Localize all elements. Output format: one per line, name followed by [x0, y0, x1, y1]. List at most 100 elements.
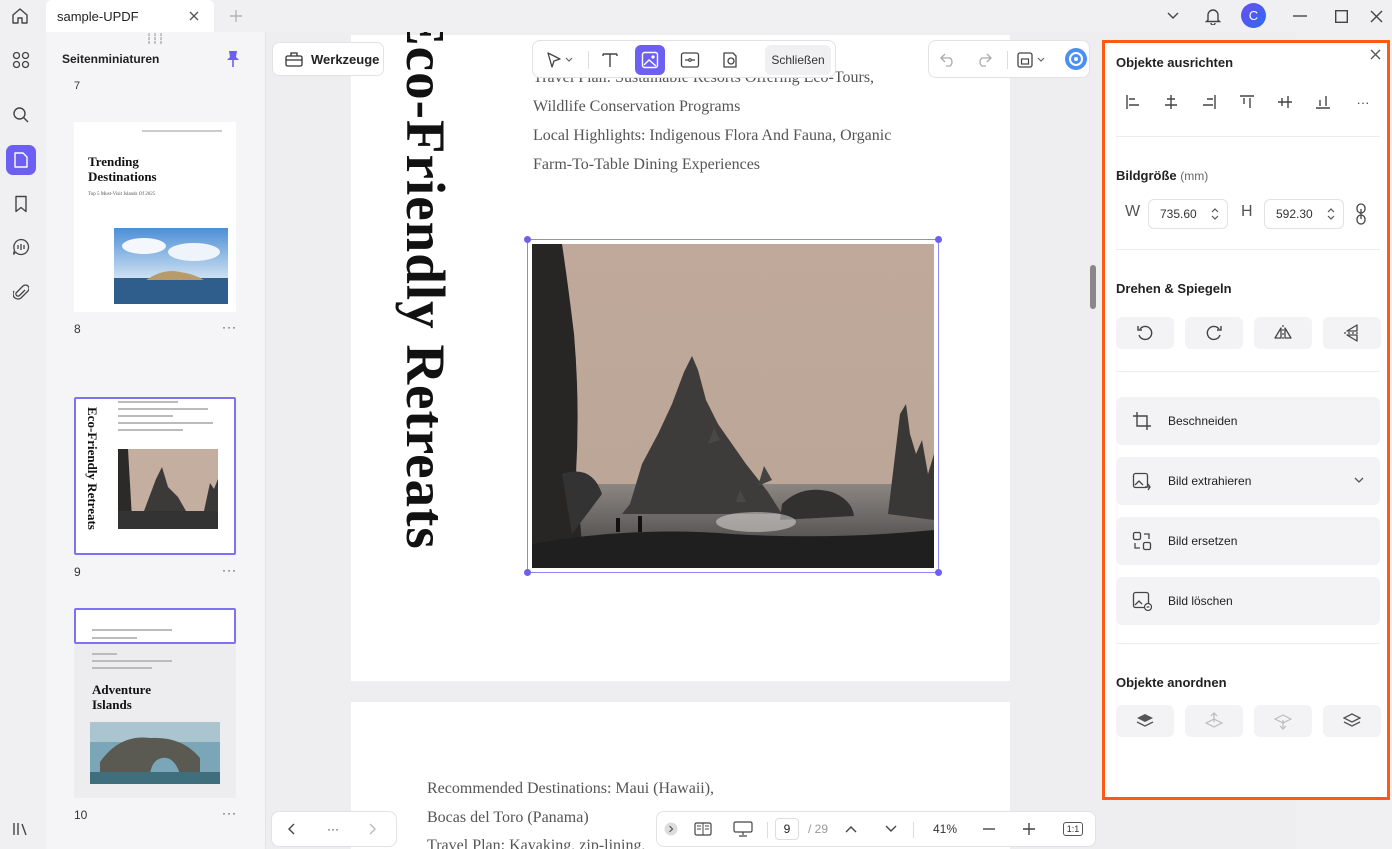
image-tool-icon[interactable]: [635, 45, 665, 75]
undo-icon[interactable]: [933, 45, 963, 75]
drag-handle[interactable]: ┆┆┆: [146, 34, 164, 45]
page-number-input[interactable]: 9: [775, 818, 799, 840]
library-icon[interactable]: [6, 814, 36, 844]
save-icon[interactable]: [1011, 45, 1051, 75]
thumbnail-more-button[interactable]: ···: [222, 320, 237, 334]
actual-size-button[interactable]: 1:1: [1057, 812, 1089, 846]
ai-assistant-icon[interactable]: [1058, 40, 1094, 78]
flip-vertical-icon[interactable]: [1323, 317, 1381, 349]
vertical-title[interactable]: Eco-Friendly Retreats: [395, 32, 469, 579]
resize-handle-bottom-left[interactable]: [524, 569, 531, 576]
more-align-options-button[interactable]: ···: [1350, 89, 1376, 115]
apps-icon[interactable]: [6, 45, 36, 75]
zoom-in-icon[interactable]: [1015, 812, 1043, 846]
text-tool-icon[interactable]: [595, 45, 625, 75]
close-tab-icon[interactable]: [186, 8, 202, 24]
bring-forward-icon[interactable]: [1185, 705, 1243, 737]
rotate-right-icon[interactable]: [1185, 317, 1243, 349]
close-edit-button[interactable]: Schließen: [765, 45, 831, 75]
thumbnail-header-line: [142, 130, 222, 132]
text-line[interactable]: Recommended Destinations: Maui (Hawaii),: [427, 780, 714, 798]
redo-icon[interactable]: [969, 45, 999, 75]
flip-horizontal-icon[interactable]: [1254, 317, 1312, 349]
resize-handle-top-left[interactable]: [524, 236, 531, 243]
total-pages: / 29: [807, 822, 828, 836]
align-top-icon[interactable]: [1234, 89, 1260, 115]
search-icon[interactable]: [6, 100, 36, 130]
chevron-down-icon[interactable]: [1161, 4, 1185, 28]
home-icon[interactable]: [6, 3, 34, 29]
thumbnail-text-lines: [118, 399, 218, 431]
next-arrow-icon[interactable]: [358, 812, 388, 846]
close-panel-icon[interactable]: [1370, 49, 1384, 63]
resize-handle-top-right[interactable]: [935, 236, 942, 243]
navigation-more-button[interactable]: ···: [318, 812, 348, 846]
tools-button[interactable]: Werkzeuge: [272, 42, 384, 76]
thumbnail-page-10[interactable]: Adventure Islands: [74, 608, 236, 798]
close-window-icon[interactable]: [1364, 4, 1388, 28]
document-tab[interactable]: sample-UPDF: [46, 0, 214, 32]
height-input[interactable]: 592.30: [1264, 199, 1344, 229]
align-left-icon[interactable]: [1120, 89, 1146, 115]
select-tool-button[interactable]: [539, 45, 579, 75]
text-line[interactable]: Travel Plan: Kayaking, zip-lining,: [427, 837, 646, 849]
thumbnail-page-8[interactable]: Trending Destinations Top 5 Must-Visit I…: [74, 122, 236, 312]
align-middle-icon[interactable]: [1272, 89, 1298, 115]
rotate-flip-title: Drehen & Spiegeln: [1116, 281, 1232, 296]
delete-image-label: Bild löschen: [1168, 594, 1233, 608]
collapse-icon[interactable]: [661, 812, 681, 846]
crop-button[interactable]: Beschneiden: [1116, 397, 1380, 445]
send-backward-icon[interactable]: [1254, 705, 1312, 737]
new-tab-icon[interactable]: [226, 6, 246, 26]
thumbnail-more-button[interactable]: ···: [222, 806, 237, 820]
pin-icon[interactable]: [226, 50, 242, 68]
rotate-left-icon[interactable]: [1116, 317, 1174, 349]
height-value: 592.30: [1276, 207, 1313, 221]
selected-image[interactable]: [524, 236, 942, 576]
page-down-icon[interactable]: [879, 812, 903, 846]
reading-mode-icon[interactable]: [691, 812, 715, 846]
minimize-icon[interactable]: [1288, 4, 1312, 28]
watermark-tool-icon[interactable]: [715, 45, 745, 75]
thumbnail-arch-image: [90, 722, 220, 784]
pages-icon[interactable]: [6, 145, 36, 175]
attachment-icon[interactable]: [6, 277, 36, 307]
maximize-icon[interactable]: [1329, 4, 1353, 28]
bring-to-front-icon[interactable]: [1116, 705, 1174, 737]
text-line[interactable]: Wildlife Conservation Programs: [533, 98, 740, 116]
text-line[interactable]: Local Highlights: Indigenous Flora And F…: [533, 127, 891, 145]
thumbnail-more-button[interactable]: ···: [222, 563, 237, 577]
align-bottom-icon[interactable]: [1310, 89, 1336, 115]
previous-arrow-icon[interactable]: [276, 812, 306, 846]
presentation-icon[interactable]: [729, 812, 757, 846]
align-objects-title: Objekte ausrichten: [1116, 55, 1234, 70]
page-number-9: 9: [74, 565, 81, 579]
comment-icon[interactable]: [6, 232, 36, 262]
lock-ratio-icon[interactable]: [1355, 203, 1369, 225]
delete-image-button[interactable]: Bild löschen: [1116, 577, 1380, 625]
title-bar: sample-UPDF C: [0, 0, 1392, 32]
resize-handle-bottom-right[interactable]: [935, 569, 942, 576]
width-stepper-icon[interactable]: [1211, 206, 1219, 222]
zoom-out-icon[interactable]: [975, 812, 1003, 846]
align-right-icon[interactable]: [1196, 89, 1222, 115]
extract-image-button[interactable]: Bild extrahieren: [1116, 457, 1380, 505]
scrollbar-thumb[interactable]: [1090, 265, 1096, 309]
link-tool-icon[interactable]: [675, 45, 705, 75]
extract-image-label: Bild extrahieren: [1168, 474, 1252, 488]
avatar[interactable]: C: [1241, 3, 1266, 28]
align-center-horizontal-icon[interactable]: [1158, 89, 1184, 115]
text-line[interactable]: Bocas del Toro (Panama): [427, 809, 589, 827]
send-to-back-icon[interactable]: [1323, 705, 1381, 737]
width-input[interactable]: 735.60: [1148, 199, 1228, 229]
replace-image-button[interactable]: Bild ersetzen: [1116, 517, 1380, 565]
height-stepper-icon[interactable]: [1327, 206, 1335, 222]
thumbnail-page-9[interactable]: Eco-Friendly Retreats: [74, 397, 236, 555]
text-line[interactable]: Farm-To-Table Dining Experiences: [533, 156, 760, 174]
replace-image-label: Bild ersetzen: [1168, 534, 1238, 548]
zoom-level[interactable]: 41%: [923, 812, 967, 846]
page-up-icon[interactable]: [839, 812, 863, 846]
bell-icon[interactable]: [1201, 4, 1225, 28]
bookmark-icon[interactable]: [6, 189, 36, 219]
chevron-down-icon[interactable]: [1354, 477, 1364, 484]
